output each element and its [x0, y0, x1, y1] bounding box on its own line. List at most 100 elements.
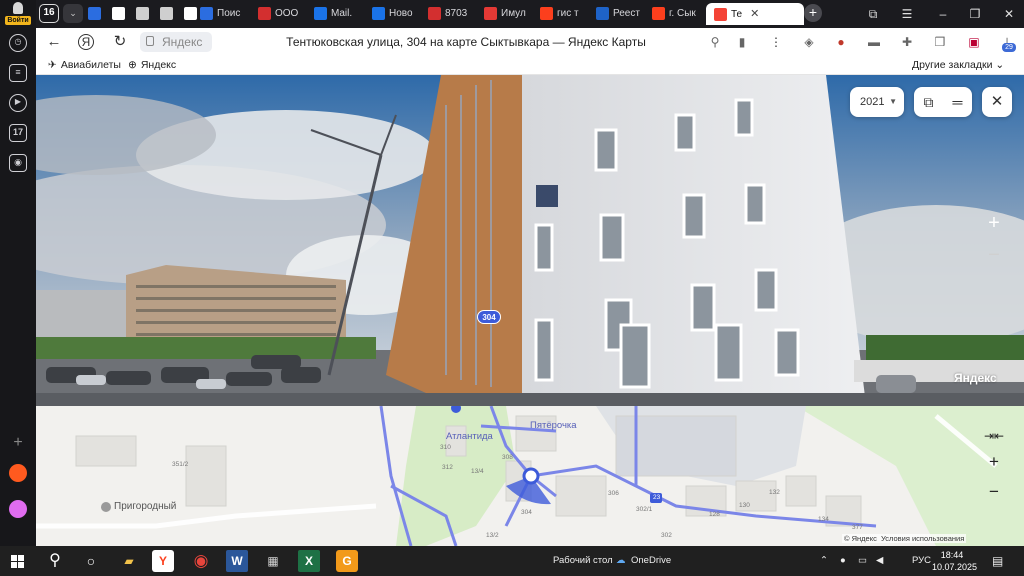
tab[interactable] [88, 3, 110, 25]
close-window-button[interactable]: ✕ [998, 3, 1020, 25]
add-panel-icon[interactable]: + [9, 434, 27, 452]
tab-label: Имул [501, 8, 526, 19]
tab[interactable]: Mail. [314, 3, 370, 25]
desktop-label[interactable]: Рабочий стол [553, 546, 613, 576]
restore-button[interactable]: ❐ [964, 3, 986, 25]
excel-icon[interactable]: X [298, 550, 320, 572]
mini-map[interactable]: Атлантида Пятёрочка Пригородный 351/2 31… [36, 406, 1024, 546]
tab-manager-icon[interactable]: ⧉ [862, 3, 884, 25]
map-zoom-out-button[interactable]: − [982, 480, 1006, 504]
back-button[interactable]: ← [44, 32, 64, 52]
mail-icon [200, 6, 213, 20]
yandex-browser-icon[interactable]: Y [152, 550, 174, 572]
new-tab-button[interactable]: + [804, 4, 822, 22]
login-label: Войти [5, 16, 31, 25]
file-explorer-icon[interactable]: ▰ [118, 550, 140, 572]
more-icon[interactable]: ⋮ [767, 33, 785, 51]
play-icon[interactable]: ▶ [9, 94, 27, 112]
app-g-icon[interactable]: G [336, 550, 358, 572]
bookmark-icon[interactable]: ▮ [733, 33, 751, 51]
map-label-pyaterochka[interactable]: Пятёрочка [530, 420, 577, 431]
extension-shield-icon[interactable]: ◈ [800, 33, 818, 51]
extension-ladybug-icon[interactable]: ● [832, 33, 850, 51]
minimize-button[interactable]: – [932, 3, 954, 25]
collections-icon[interactable]: ≡ [9, 64, 27, 82]
volume-icon[interactable]: ◀ [876, 546, 883, 576]
bookmark-item-yandex[interactable]: ⊕ Яндекс [128, 56, 176, 74]
tab[interactable]: гис т [540, 3, 594, 25]
close-panorama-button[interactable]: ✕ [982, 87, 1012, 117]
tab-active[interactable]: Те ✕ [706, 3, 804, 25]
year-select[interactable]: 2021 ▼ [850, 87, 904, 117]
clock[interactable]: 18:44 10.07.2025 [932, 549, 977, 573]
microphone-icon[interactable]: ● [840, 546, 846, 576]
login-button[interactable]: Войти [5, 2, 31, 25]
cortana-icon[interactable]: ○ [80, 550, 102, 572]
tab-count-button[interactable]: 16 [39, 4, 59, 23]
onedrive-cloud-icon[interactable]: ☁ [616, 546, 626, 576]
bookmark-item-aviabilety[interactable]: ✈ Авиабилеты [48, 56, 121, 74]
terms-link[interactable]: Условия использования [881, 534, 964, 543]
menu-icon[interactable]: ☰ [896, 3, 918, 25]
tab-label: Те [731, 9, 743, 20]
tab[interactable]: Имул [484, 3, 538, 25]
alice-icon[interactable] [9, 500, 27, 518]
house-number: 132 [769, 489, 780, 496]
extension-hat-icon[interactable]: ▬ [865, 33, 883, 51]
hamburger-icon[interactable]: ═ [943, 87, 972, 117]
location-pin-icon[interactable]: ⚲ [706, 33, 724, 51]
rtc-icon [484, 6, 497, 20]
page-content: 2021 ▼ ⧉ ═ ✕ + − 304 Яндекс Атлантида Пя… [36, 75, 1024, 546]
camera-icon[interactable]: ◉ [9, 154, 27, 172]
panorama-zoom-out-button[interactable]: − [982, 243, 1006, 267]
map-label-atlantida[interactable]: Атлантида [446, 431, 493, 442]
tray-up-icon[interactable]: ⌃ [820, 546, 828, 576]
calendar-icon[interactable]: 17 [9, 124, 27, 142]
tab[interactable]: Реест [596, 3, 650, 25]
url-field[interactable]: Яндекс [140, 32, 212, 52]
tab[interactable] [112, 3, 134, 25]
calculator-icon[interactable]: ▦ [262, 550, 284, 572]
collapse-map-button[interactable]: ⇥⇤ [982, 424, 1006, 448]
onedrive-label[interactable]: OneDrive [631, 546, 671, 576]
clock-time: 18:44 [940, 550, 964, 560]
notifications-icon[interactable]: ▤ [992, 546, 1003, 576]
tab[interactable] [160, 3, 182, 25]
house-number: 130 [739, 502, 750, 509]
url-host: Яндекс [162, 35, 203, 49]
document-icon [112, 6, 125, 20]
word-icon[interactable]: W [226, 550, 248, 572]
extensions-puzzle-icon[interactable]: ✚ [898, 33, 916, 51]
chrome-icon[interactable]: ◉ [190, 550, 212, 572]
yandex-button[interactable]: Я [78, 34, 94, 50]
tab[interactable]: 8703 [428, 3, 482, 25]
panorama-zoom-in-button[interactable]: + [982, 211, 1006, 235]
tab[interactable]: ООО [258, 3, 312, 25]
reload-button[interactable]: ↻ [110, 32, 130, 52]
extension-book-icon[interactable]: ❒ [931, 33, 949, 51]
open-external-icon[interactable]: ⧉ [914, 87, 943, 117]
network-icon[interactable]: ▭ [858, 546, 867, 576]
tab[interactable]: Поис [200, 3, 256, 25]
language-indicator[interactable]: РУС [912, 546, 931, 576]
yandex-messenger-icon[interactable] [9, 464, 27, 482]
other-bookmarks[interactable]: Другие закладки ⌄ [912, 56, 1004, 74]
pdf-icon [258, 6, 271, 20]
tab[interactable] [136, 3, 158, 25]
close-tab-icon[interactable]: ✕ [750, 3, 759, 25]
search-icon[interactable]: ⚲ [44, 550, 66, 572]
bookmarks-bar: ✈ Авиабилеты ⊕ Яндекс Другие закладки ⌄ [36, 56, 1024, 75]
house-number-badge: 304 [477, 310, 501, 324]
tab[interactable]: Ново [372, 3, 426, 25]
house-number: 13/4 [471, 468, 484, 475]
tab[interactable]: г. Сык [652, 3, 706, 25]
chevron-down-icon[interactable]: ⌄ [63, 4, 83, 23]
street-panorama[interactable]: 2021 ▼ ⧉ ═ ✕ + − 304 Яндекс [36, 75, 1024, 406]
lock-icon [146, 36, 154, 46]
house-number: 302/1 [636, 506, 653, 513]
windows-start-button[interactable] [6, 550, 28, 572]
extension-monitor-icon[interactable]: ▣ [965, 33, 983, 51]
map-zoom-in-button[interactable]: + [982, 450, 1006, 474]
history-icon[interactable]: ◷ [9, 34, 27, 52]
route-number-badge: 23 [653, 494, 661, 501]
